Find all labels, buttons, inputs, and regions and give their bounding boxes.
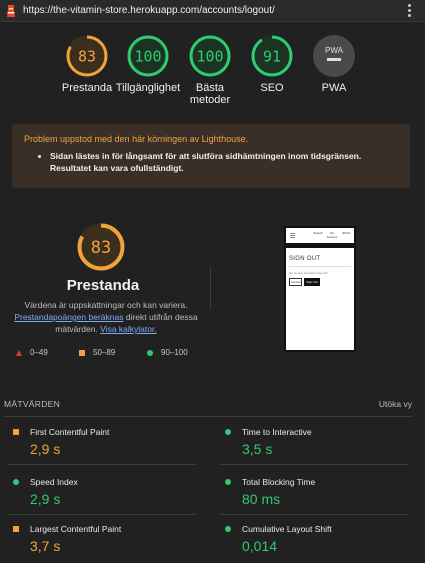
metric-fcp: First Contentful Paint 2,9 s [4,419,200,465]
legend-fail-label: 0–49 [30,348,48,357]
metric-label: Cumulative Layout Shift [242,524,332,534]
gauge-accessibility-ring: 100 [127,35,169,77]
thumb-heading: SIGN OUT [289,256,321,262]
metric-divider [220,514,408,515]
gauge-best-practices-ring: 100 [189,35,231,77]
metric-value: 2,9 s [30,491,61,507]
metric-lcp: Largest Contentful Paint 3,7 s [4,516,200,562]
metrics-title: MÄTVÄRDEN [4,399,61,409]
gauge-seo-score: 91 [263,48,281,66]
average-square-icon [79,349,85,356]
gauge-pwa-label: PWA [321,82,347,94]
pass-circle-icon [225,479,231,485]
metric-label: Time to Interactive [242,427,312,437]
thumb-cancel-button: Cancel [289,278,303,286]
thumb-banner [286,243,354,248]
metric-tbt: Total Blocking Time 80 ms [216,469,412,515]
gauge-performance-score: 83 [78,48,96,66]
warning-box: Problem uppstod med den här körningen av… [12,124,410,188]
average-square-icon [13,429,19,435]
average-square-icon [13,526,19,532]
metrics-header: MÄTVÄRDEN Utöka vy [4,399,412,413]
score-legend: 0–49 50–89 90–100 [0,348,220,360]
legend-pass-label: 90–100 [161,348,188,357]
thumb-divider [289,266,351,267]
metric-label: First Contentful Paint [30,427,110,437]
vertical-divider [210,266,211,310]
warning-list: Sidan lästes in för långsamt för att slu… [50,150,398,174]
performance-desc-text-1: Värdena är uppskattningar och kan varier… [24,300,188,310]
page-screenshot-thumbnail[interactable]: Search My Account $0.00 SIGN OUT Are you… [284,226,356,352]
thumb-nav-search: Search [313,231,323,235]
warning-title: Problem uppstod med den här körningen av… [24,134,249,144]
thumb-nav-account: My Account [326,231,338,239]
legend-average-label: 50–89 [93,348,116,357]
warning-item: Sidan lästes in för långsamt för att slu… [50,150,398,174]
thumb-buttons: Cancel Sign Out [289,278,354,286]
metric-speed-index: Speed Index 2,9 s [4,469,200,515]
metric-label: Total Blocking Time [242,477,316,487]
performance-score: 83 [91,238,111,258]
gauge-best-practices-score: 100 [196,48,223,66]
metric-divider [8,464,196,465]
category-gauges: 83 Prestanda 100 Tillgänglighet 100 Bäst… [0,34,425,114]
thumb-nav: Search My Account $0.00 [286,228,354,242]
pwa-badge-text: PWA [325,46,344,55]
pwa-badge-icon: PWA [313,35,355,77]
performance-gauge-ring: 83 [77,223,125,271]
gauge-best-practices-label: Bästa metoder [189,82,231,106]
thumb-text: Are you sure you want to sign out? [289,272,328,275]
calculator-link[interactable]: Visa kalkylator. [100,324,157,334]
metric-divider [8,514,196,515]
menu-icon [290,233,295,234]
pass-circle-icon [225,429,231,435]
gauge-performance-ring: 83 [66,35,108,77]
page-url: https://the-vitamin-store.herokuapp.com/… [23,5,275,16]
performance-gauge: 83 [76,222,126,277]
legend-average: 50–89 [79,348,115,357]
gauge-seo-ring: 91 [251,35,293,77]
pass-circle-icon [147,349,153,356]
metrics-header-divider [4,416,412,417]
metric-divider [220,464,408,465]
performance-score-link[interactable]: Prestandapoängen beräknas [14,312,123,322]
legend-fail: 0–49 [16,348,48,357]
pass-circle-icon [225,526,231,532]
metric-cls: Cumulative Layout Shift 0,014 [216,516,412,562]
more-options-icon[interactable] [408,4,411,19]
metric-label: Largest Contentful Paint [30,524,122,534]
thumb-signout-button: Sign Out [304,278,321,286]
metric-tti: Time to Interactive 3,5 s [216,419,412,465]
gauge-accessibility-score: 100 [134,48,161,66]
metric-value: 2,9 s [30,441,61,457]
address-bar: https://the-vitamin-store.herokuapp.com/… [0,0,425,22]
thumb-nav-bag: $0.00 [342,231,350,235]
metric-value: 3,7 s [30,538,61,554]
metric-value: 0,014 [242,538,278,554]
expand-view-toggle[interactable]: Utöka vy [379,399,412,409]
metric-value: 80 ms [242,491,281,507]
legend-pass: 90–100 [147,348,188,357]
metric-value: 3,5 s [242,441,273,457]
gauge-pwa[interactable]: PWA PWA [292,34,376,94]
performance-title: Prestanda [66,277,140,294]
performance-description: Värdena är uppskattningar och kan varier… [10,299,202,335]
fail-triangle-icon [16,349,22,356]
metric-label: Speed Index [30,477,78,487]
lighthouse-icon [5,4,17,18]
pass-circle-icon [13,479,19,485]
